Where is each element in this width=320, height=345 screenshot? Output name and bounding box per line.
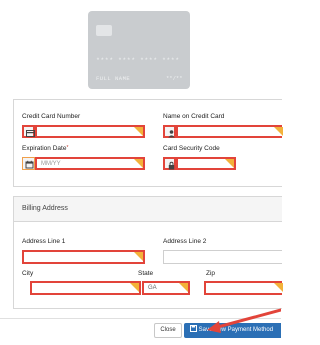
close-button[interactable]: Close <box>154 323 182 338</box>
validation-warning-flag <box>134 252 143 261</box>
card-number-label: Credit Card Number <box>22 113 81 120</box>
address-line-1-input[interactable] <box>22 250 145 264</box>
city-label: City <box>22 270 34 277</box>
billing-address-title: Billing Address <box>22 205 68 212</box>
zip-input[interactable] <box>204 281 283 295</box>
card-expiry-mask: **/** <box>166 75 183 82</box>
expiration-date-input[interactable]: MM/YY <box>35 157 145 170</box>
validation-warning-flag <box>274 283 283 292</box>
security-code-label: Card Security Code <box>163 145 220 152</box>
name-addon <box>163 125 176 138</box>
card-number-mask: **** **** **** **** <box>96 57 180 64</box>
expiration-date-label-text: Expiration Date <box>22 145 67 152</box>
address-line-2-label: Address Line 2 <box>163 238 207 245</box>
footer-divider <box>0 318 281 319</box>
card-name-placeholder: FULL NAME <box>96 75 131 82</box>
save-button-label: Save New Payment Method <box>198 327 274 333</box>
expiration-addon <box>22 157 35 170</box>
save-icon <box>190 325 199 333</box>
validation-warning-flag <box>130 283 139 292</box>
expiration-placeholder: MM/YY <box>41 161 61 167</box>
card-number-addon <box>22 125 35 138</box>
validation-warning-flag <box>225 159 234 168</box>
state-input[interactable]: GA <box>142 281 190 295</box>
expiration-date-label: Expiration Date* <box>22 145 68 152</box>
save-new-payment-method-button[interactable]: Save New Payment Method <box>184 323 281 338</box>
address-line-1-label: Address Line 1 <box>22 238 66 245</box>
state-label: State <box>138 270 154 277</box>
address-line-2-input[interactable] <box>163 250 282 264</box>
billing-address-panel: Billing Address Address Line 1 Address L… <box>13 196 283 309</box>
validation-warning-flag <box>134 159 143 168</box>
card-chip <box>96 25 112 36</box>
validation-warning-flag <box>134 127 143 136</box>
name-on-card-label: Name on Credit Card <box>163 113 225 120</box>
name-on-card-input[interactable] <box>176 125 283 138</box>
security-code-addon <box>163 157 176 170</box>
card-number-input[interactable] <box>35 125 145 138</box>
billing-address-header: Billing Address <box>14 197 282 222</box>
city-input[interactable] <box>30 281 141 295</box>
validation-warning-flag <box>179 283 188 292</box>
state-value: GA <box>148 285 157 291</box>
required-marker: * <box>66 145 69 151</box>
payment-details-panel: Credit Card Number Name on Credit Card E… <box>13 99 283 187</box>
security-code-input[interactable] <box>176 157 236 170</box>
credit-card-preview: **** **** **** **** FULL NAME **/** <box>88 11 190 89</box>
zip-label: Zip <box>206 270 216 277</box>
validation-warning-flag <box>274 127 283 136</box>
